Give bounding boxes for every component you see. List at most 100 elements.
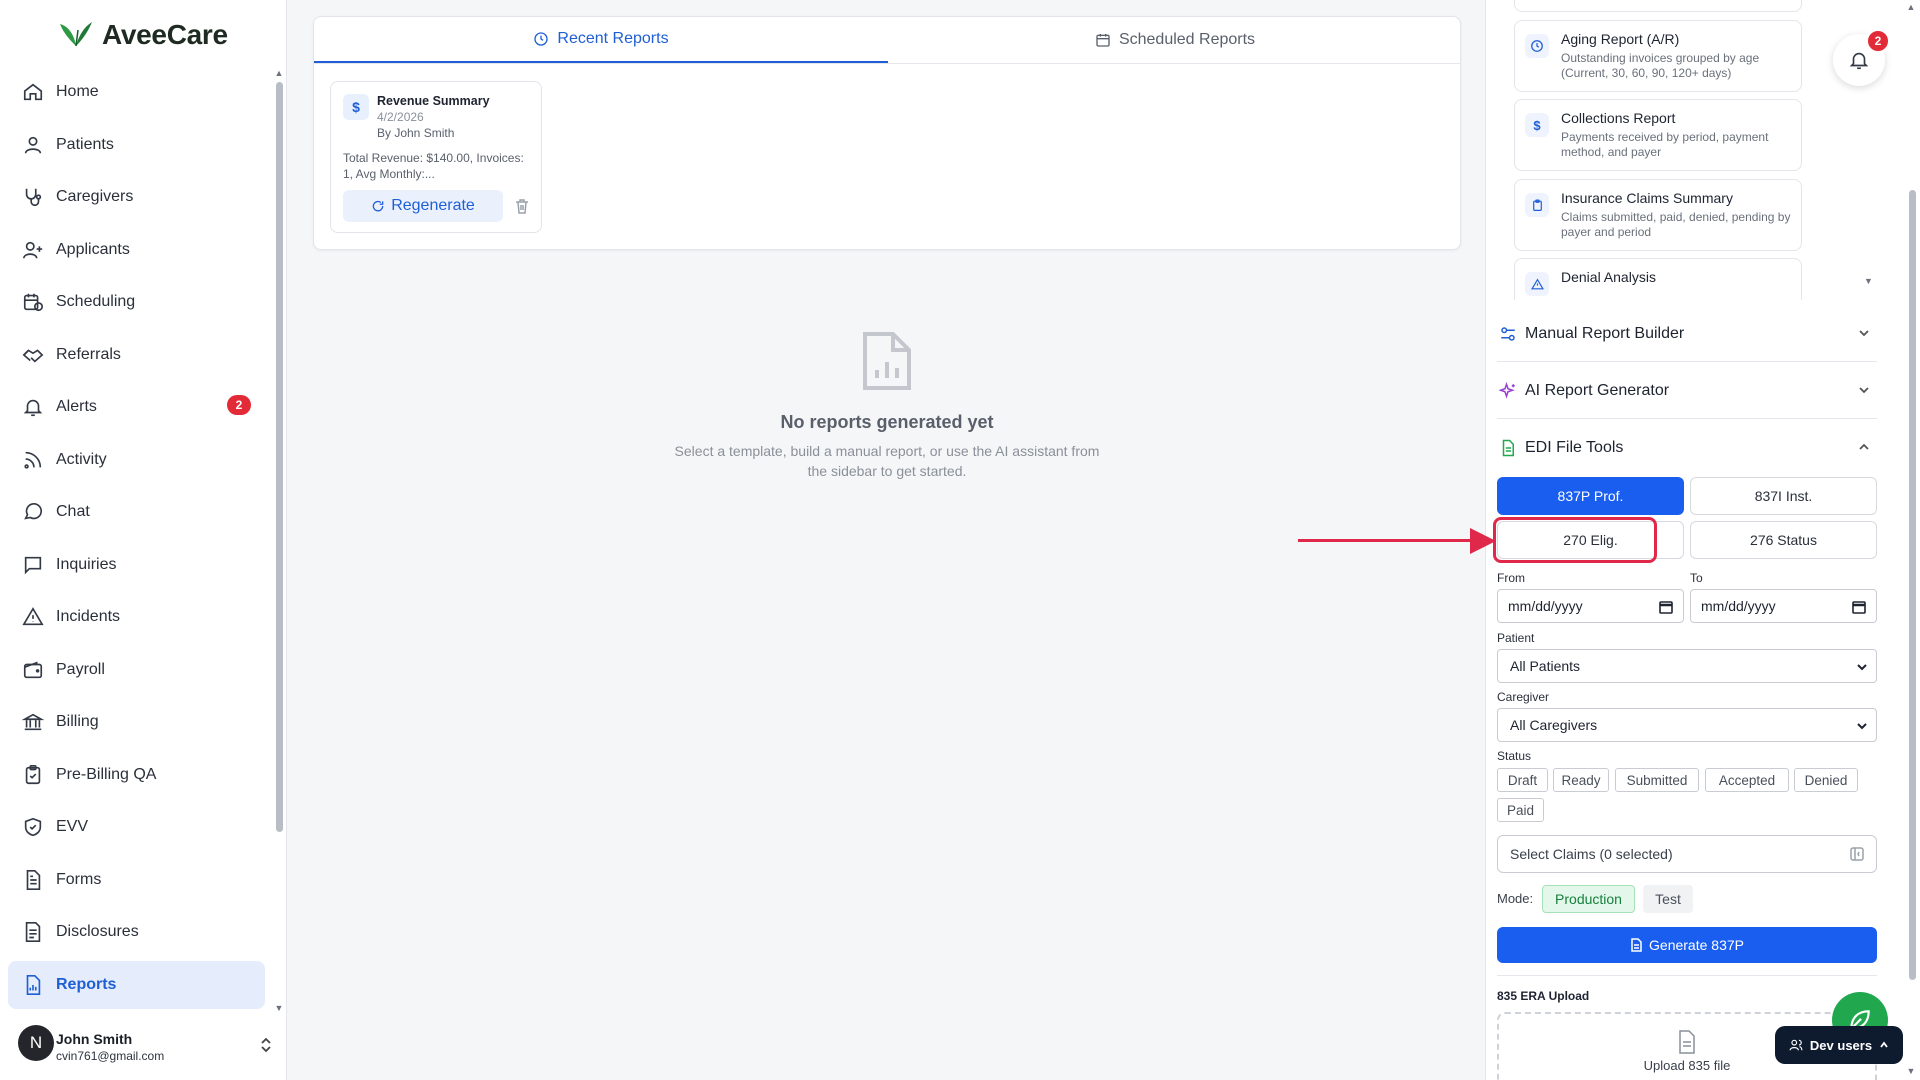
template-description: Payments received by period, payment met… [1561, 130, 1769, 159]
tab-scheduled-reports[interactable]: Scheduled Reports [888, 17, 1462, 63]
warning-icon [22, 607, 44, 626]
divider [1497, 975, 1877, 976]
template-insurance-claims[interactable]: Insurance Claims Summary Claims submitte… [1514, 179, 1802, 251]
manual-report-builder-section[interactable]: Manual Report Builder [1497, 306, 1877, 362]
patient-select[interactable]: All Patients [1497, 649, 1877, 683]
edi-type-837p-button[interactable]: 837P Prof. [1497, 477, 1684, 515]
caregiver-label: Caregiver [1497, 690, 1550, 704]
wallet-icon [23, 661, 43, 679]
sidebar-item-label: Billing [56, 713, 99, 730]
status-chip-ready[interactable]: Ready [1553, 768, 1609, 792]
from-date-value: mm/dd/yyyy [1508, 598, 1583, 614]
sidebar-item-label: Referrals [56, 346, 121, 363]
mode-test-button[interactable]: Test [1643, 885, 1693, 913]
sidebar-item-forms[interactable]: Forms [8, 856, 265, 904]
status-chip-accepted[interactable]: Accepted [1705, 768, 1789, 792]
regenerate-button[interactable]: Regenerate [343, 190, 503, 222]
sidebar-scroll-down[interactable]: ▼ [274, 1003, 284, 1013]
file-chart-icon [26, 975, 41, 995]
sidebar-item-reports[interactable]: Reports [8, 961, 265, 1009]
sidebar-item-scheduling[interactable]: Scheduling [8, 278, 265, 326]
sidebar-item-label: Payroll [56, 661, 105, 678]
section-title: Manual Report Builder [1525, 324, 1685, 342]
sidebar-item-chat[interactable]: Chat [8, 488, 265, 536]
sidebar-item-patients[interactable]: Patients [8, 121, 265, 169]
template-collections-report[interactable]: $ Collections Report Payments received b… [1514, 99, 1802, 171]
dollar-icon: $ [1525, 113, 1549, 137]
trash-icon[interactable] [515, 198, 529, 214]
home-icon [23, 83, 43, 101]
sidebar-item-billing[interactable]: Billing [8, 698, 265, 746]
clipboard-check-icon [25, 765, 41, 785]
report-card[interactable]: $ Revenue Summary 4/2/2026 By John Smith… [330, 81, 542, 233]
right-scroll-up[interactable]: ▲ [1906, 2, 1916, 12]
user-plus-icon [23, 241, 43, 259]
dev-users-button[interactable]: Dev users [1775, 1026, 1903, 1064]
template-scroll-down[interactable]: ▼ [1864, 276, 1874, 286]
template-title: Aging Report (A/R) [1561, 31, 1680, 47]
template-aging-report[interactable]: Aging Report (A/R) Outstanding invoices … [1514, 20, 1802, 92]
logo-text: AveeCare [102, 19, 228, 50]
chevron-up-icon [1859, 443, 1869, 450]
sidebar-scroll-up[interactable]: ▲ [274, 68, 284, 78]
sidebar-item-activity[interactable]: Activity [8, 436, 265, 484]
calendar-clock-icon [23, 293, 43, 312]
right-scroll-down[interactable]: ▼ [1906, 1066, 1916, 1076]
empty-state: No reports generated yet Select a templa… [313, 330, 1461, 481]
template-card-partial[interactable] [1514, 0, 1802, 12]
user-email: cvin761@gmail.com [56, 1049, 165, 1063]
tab-divider [314, 63, 1460, 64]
generate-label: Generate 837P [1649, 937, 1744, 953]
sidebar-item-label: Chat [56, 503, 90, 520]
sidebar-item-inquiries[interactable]: Inquiries [8, 541, 265, 589]
chevron-up-icon [1880, 1041, 1888, 1048]
sidebar-item-incidents[interactable]: Incidents [8, 593, 265, 641]
generate-837p-button[interactable]: Generate 837P [1497, 927, 1877, 963]
notifications-badge: 2 [1866, 29, 1890, 53]
sidebar-item-label: Applicants [56, 241, 130, 258]
sidebar-item-pre-billing-qa[interactable]: Pre-Billing QA [8, 751, 265, 799]
chat-icon [24, 502, 43, 520]
sidebar-item-applicants[interactable]: Applicants [8, 226, 265, 274]
report-date: 4/2/2026 [377, 110, 424, 124]
sidebar-scrollbar[interactable] [276, 82, 283, 832]
sidebar-item-caregivers[interactable]: Caregivers [8, 173, 265, 221]
caregiver-select[interactable]: All Caregivers [1497, 708, 1877, 742]
mode-label: Mode: [1497, 891, 1534, 906]
sidebar-item-label: Disclosures [56, 923, 139, 940]
chevron-down-icon [1859, 387, 1869, 394]
bell-icon [23, 399, 43, 417]
user-menu[interactable]: N John Smith cvin761@gmail.com [18, 1022, 273, 1074]
sidebar-item-referrals[interactable]: Referrals [8, 331, 265, 379]
status-chip-paid[interactable]: Paid [1497, 798, 1544, 822]
status-chip-draft[interactable]: Draft [1497, 768, 1548, 792]
right-panel-scrollbar[interactable] [1909, 190, 1916, 980]
patient-label: Patient [1497, 631, 1535, 645]
ai-report-generator-section[interactable]: AI Report Generator [1497, 363, 1877, 419]
edi-type-837i-button[interactable]: 837I Inst. [1690, 477, 1877, 515]
edi-file-tools-section[interactable]: EDI File Tools [1497, 420, 1877, 476]
sidebar-item-evv[interactable]: EVV [8, 803, 265, 851]
annotation-arrow-line [1298, 539, 1478, 542]
status-chip-denied[interactable]: Denied [1794, 768, 1858, 792]
calendar-icon[interactable] [1852, 600, 1866, 614]
sidebar-item-alerts[interactable]: Alerts 2 [8, 383, 265, 431]
edi-type-276-button[interactable]: 276 Status [1690, 521, 1877, 559]
select-claims-dropdown[interactable]: Select Claims (0 selected) [1497, 835, 1877, 873]
mode-production-button[interactable]: Production [1542, 885, 1635, 913]
sidebar-item-home[interactable]: Home [8, 68, 265, 116]
select-claims-label: Select Claims (0 selected) [1510, 846, 1673, 862]
sidebar-item-disclosures[interactable]: Disclosures [8, 908, 265, 956]
user-name: John Smith [56, 1031, 133, 1047]
to-date-input[interactable]: mm/dd/yyyy [1690, 589, 1877, 623]
from-date-input[interactable]: mm/dd/yyyy [1497, 589, 1684, 623]
sliders-icon [1501, 326, 1515, 341]
calendar-icon[interactable] [1659, 600, 1673, 614]
sidebar-item-label: Inquiries [56, 556, 117, 573]
file-spreadsheet-icon [1502, 439, 1514, 457]
status-chip-submitted[interactable]: Submitted [1615, 768, 1699, 792]
template-denial-analysis[interactable]: Denial Analysis [1514, 258, 1802, 300]
sidebar-item-payroll[interactable]: Payroll [8, 646, 265, 694]
logo[interactable]: AveeCare [56, 16, 228, 54]
tab-recent-reports[interactable]: Recent Reports [314, 17, 888, 63]
